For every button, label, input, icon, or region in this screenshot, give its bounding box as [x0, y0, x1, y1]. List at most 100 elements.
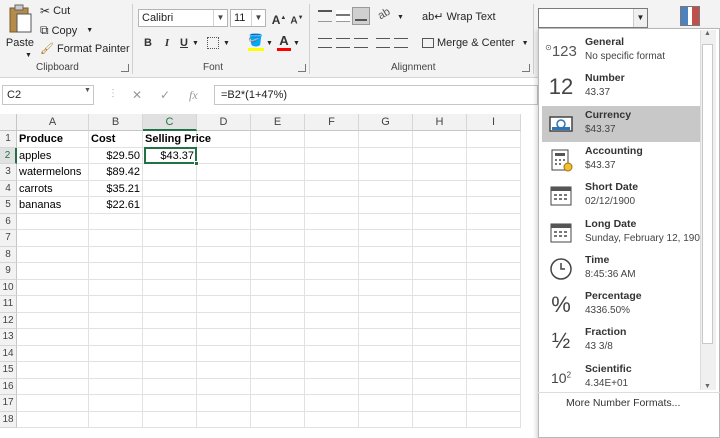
- borders-icon[interactable]: [207, 37, 219, 49]
- column-header[interactable]: E: [251, 114, 305, 131]
- cell[interactable]: [251, 213, 305, 230]
- cell[interactable]: [305, 312, 359, 329]
- cell[interactable]: [17, 296, 89, 313]
- cell[interactable]: bananas: [17, 197, 89, 214]
- merge-dropdown-icon[interactable]: ▼: [522, 40, 529, 47]
- cell[interactable]: [197, 213, 251, 230]
- cell[interactable]: [467, 197, 521, 214]
- cell[interactable]: [305, 329, 359, 346]
- cell[interactable]: [89, 362, 143, 379]
- cell[interactable]: [359, 230, 413, 247]
- cell[interactable]: [305, 263, 359, 280]
- wrap-text-button[interactable]: ab↵ Wrap Text: [422, 10, 496, 24]
- number-format-item[interactable]: 12 Number 43.37: [542, 69, 702, 105]
- cell[interactable]: [359, 197, 413, 214]
- cell[interactable]: [467, 378, 521, 395]
- cell[interactable]: [359, 164, 413, 181]
- column-header[interactable]: A: [17, 114, 89, 131]
- column-header[interactable]: D: [197, 114, 251, 131]
- cell[interactable]: [17, 263, 89, 280]
- cell[interactable]: [197, 411, 251, 428]
- cell[interactable]: [305, 180, 359, 197]
- copy-dropdown-icon[interactable]: ▼: [86, 27, 93, 34]
- cell[interactable]: [413, 312, 467, 329]
- cell[interactable]: [251, 164, 305, 181]
- cell[interactable]: [467, 164, 521, 181]
- cell[interactable]: [413, 345, 467, 362]
- cell[interactable]: [467, 131, 521, 148]
- formula-bar-drag-icon[interactable]: ⋮: [108, 88, 118, 99]
- font-color-icon[interactable]: A: [277, 33, 291, 51]
- font-launcher-icon[interactable]: [298, 64, 306, 72]
- cell[interactable]: [89, 246, 143, 263]
- cell[interactable]: [413, 147, 467, 164]
- row-header[interactable]: 13: [0, 329, 17, 346]
- cell[interactable]: [359, 246, 413, 263]
- cell[interactable]: [89, 213, 143, 230]
- cell[interactable]: [467, 329, 521, 346]
- cell[interactable]: [251, 279, 305, 296]
- cell[interactable]: [143, 180, 197, 197]
- cell[interactable]: [143, 279, 197, 296]
- bold-button[interactable]: B: [139, 34, 157, 52]
- cell[interactable]: apples: [17, 147, 89, 164]
- cell[interactable]: [197, 345, 251, 362]
- number-format-item[interactable]: Short Date 02/12/1900: [542, 178, 702, 214]
- cell[interactable]: [413, 180, 467, 197]
- cell[interactable]: [17, 378, 89, 395]
- cell[interactable]: [197, 180, 251, 197]
- row-header[interactable]: 16: [0, 378, 17, 395]
- number-format-item[interactable]: 102 Scientific 4.34E+01: [542, 360, 702, 396]
- row-header[interactable]: 15: [0, 362, 17, 379]
- cell[interactable]: [413, 131, 467, 148]
- cell[interactable]: [143, 213, 197, 230]
- cell[interactable]: [413, 213, 467, 230]
- cell[interactable]: [197, 263, 251, 280]
- cell[interactable]: [359, 263, 413, 280]
- cell[interactable]: [305, 131, 359, 148]
- cell[interactable]: [89, 263, 143, 280]
- cell[interactable]: [197, 197, 251, 214]
- cell[interactable]: [467, 230, 521, 247]
- number-format-item[interactable]: ⊙123 General No specific format: [542, 33, 702, 69]
- select-all-corner[interactable]: [0, 114, 17, 131]
- cell[interactable]: [305, 147, 359, 164]
- cell[interactable]: [467, 246, 521, 263]
- italic-button[interactable]: I: [158, 34, 176, 52]
- cell[interactable]: [197, 230, 251, 247]
- column-header[interactable]: I: [467, 114, 521, 131]
- cell[interactable]: [17, 362, 89, 379]
- alignment-launcher-icon[interactable]: [522, 64, 530, 72]
- cell[interactable]: [89, 279, 143, 296]
- number-format-item[interactable]: ½ Fraction 43 3/8: [542, 323, 702, 359]
- cell[interactable]: [17, 395, 89, 412]
- cell[interactable]: [305, 246, 359, 263]
- cell[interactable]: [413, 329, 467, 346]
- cell[interactable]: [251, 329, 305, 346]
- cell[interactable]: [467, 345, 521, 362]
- cell[interactable]: [89, 378, 143, 395]
- orientation-dropdown-icon[interactable]: ▼: [397, 14, 404, 21]
- row-header[interactable]: 8: [0, 246, 17, 263]
- cell[interactable]: [467, 312, 521, 329]
- row-header[interactable]: 12: [0, 312, 17, 329]
- cell[interactable]: [143, 197, 197, 214]
- cell[interactable]: [305, 362, 359, 379]
- cell[interactable]: [17, 345, 89, 362]
- cell[interactable]: [413, 296, 467, 313]
- fill-dropdown-icon[interactable]: ▼: [266, 40, 273, 47]
- name-box-dropdown-icon[interactable]: ▼: [84, 87, 91, 94]
- cell[interactable]: [359, 279, 413, 296]
- cell[interactable]: [413, 230, 467, 247]
- underline-dropdown-icon[interactable]: ▼: [192, 40, 199, 47]
- cell[interactable]: [467, 395, 521, 412]
- insert-function-icon[interactable]: fx: [189, 88, 198, 103]
- cell[interactable]: [251, 345, 305, 362]
- header-cell[interactable]: Cost: [89, 131, 143, 148]
- cell[interactable]: [251, 296, 305, 313]
- cell[interactable]: [17, 312, 89, 329]
- align-left-icon[interactable]: [318, 38, 332, 48]
- conditional-formatting-icon[interactable]: [680, 6, 700, 26]
- cell[interactable]: [143, 230, 197, 247]
- cell[interactable]: [143, 345, 197, 362]
